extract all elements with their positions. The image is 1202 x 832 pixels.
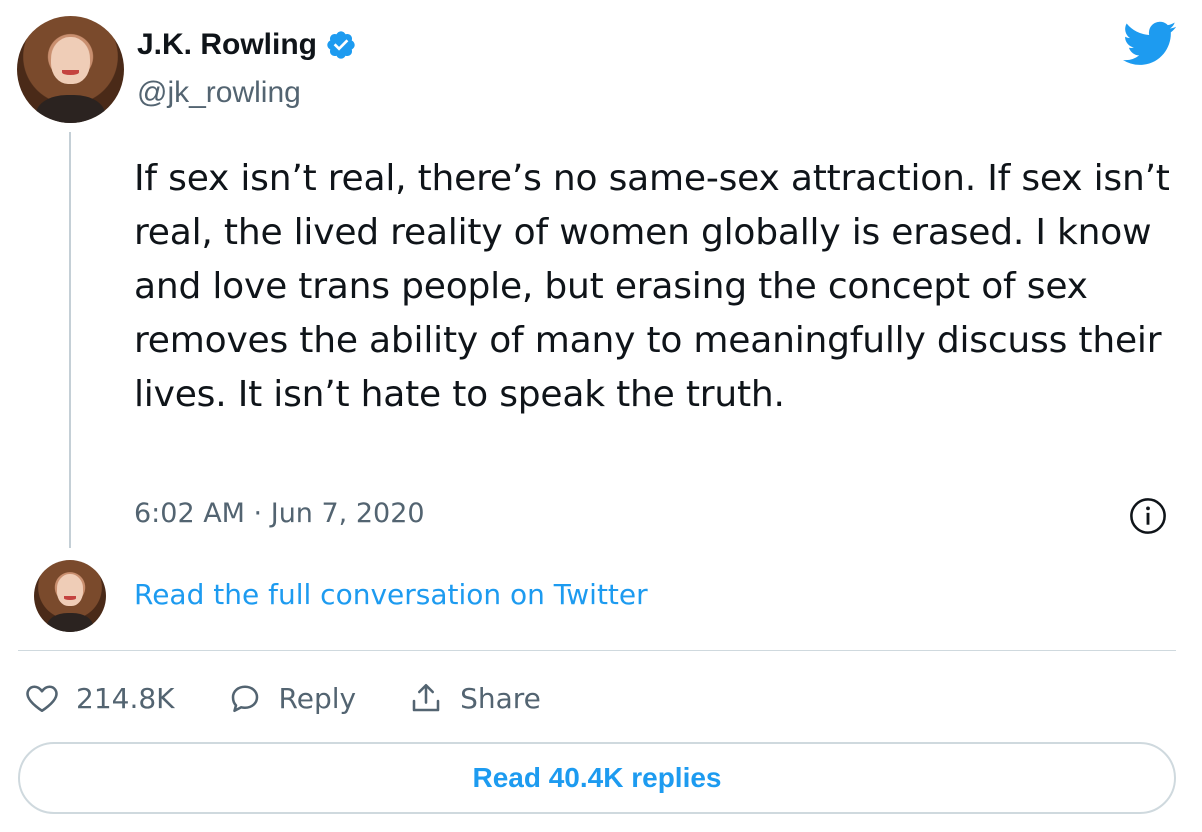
tweet-text: If sex isn’t real, there’s no same-sex a… xyxy=(134,158,1170,415)
twitter-bird-icon[interactable] xyxy=(1122,20,1177,66)
thread-connector-line xyxy=(69,132,71,548)
read-replies-label: Read 40.4K replies xyxy=(472,762,722,793)
tweet-timestamp[interactable]: 6:02 AM · Jun 7, 2020 xyxy=(134,498,425,529)
author-display-name[interactable]: J.K. Rowling xyxy=(137,28,317,62)
share-button[interactable]: Share xyxy=(408,680,541,716)
like-count: 214.8K xyxy=(76,681,175,715)
avatar-shirt xyxy=(46,613,94,632)
author-avatar[interactable] xyxy=(17,16,124,123)
reply-button[interactable]: Reply xyxy=(227,680,357,716)
actions-divider xyxy=(18,650,1176,651)
avatar-shirt xyxy=(36,95,105,123)
author-handle[interactable]: @jk_rowling xyxy=(137,76,301,110)
share-label: Share xyxy=(460,681,541,715)
avatar-face xyxy=(51,37,90,85)
heart-icon xyxy=(26,685,58,713)
avatar-mouth xyxy=(64,596,76,600)
like-button[interactable]: 214.8K xyxy=(24,680,175,716)
author-name-row: J.K. Rowling xyxy=(137,28,357,62)
avatar-face xyxy=(57,574,83,607)
reply-label: Reply xyxy=(278,681,357,715)
read-full-conversation-link[interactable]: Read the full conversation on Twitter xyxy=(134,578,648,611)
avatar-mouth xyxy=(61,69,80,75)
tweet-actions-bar: 214.8K Reply Share xyxy=(24,674,593,722)
speech-bubble-icon xyxy=(231,685,258,713)
read-replies-button[interactable]: Read 40.4K replies xyxy=(18,742,1176,814)
verified-badge-icon xyxy=(327,31,355,59)
conversation-avatar[interactable] xyxy=(34,560,106,632)
share-upload-icon xyxy=(412,683,440,712)
info-icon[interactable] xyxy=(1129,497,1167,535)
